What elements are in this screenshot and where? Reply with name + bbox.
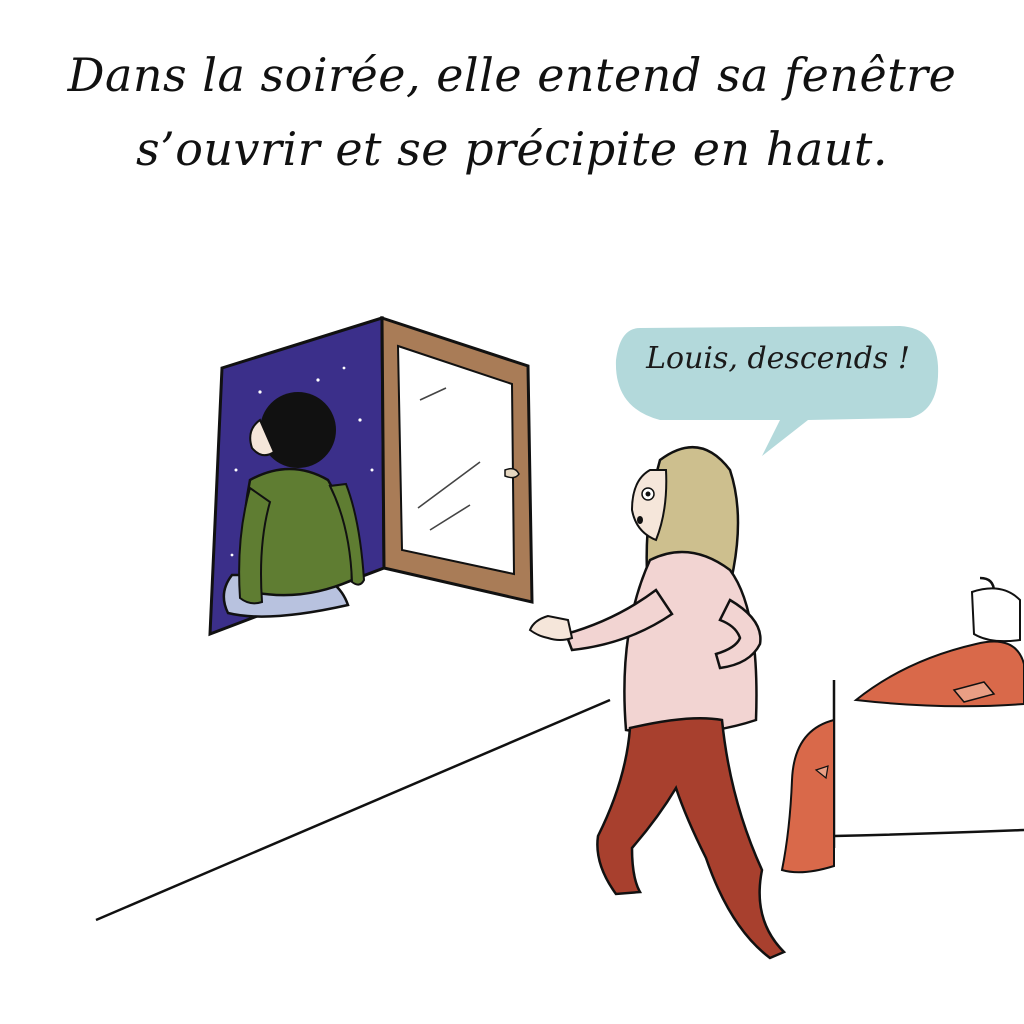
bed-icon [780,576,1024,874]
speech-bubble: Louis, descends ! [615,326,939,456]
woman-character [528,445,787,960]
comic-scene: Louis, descends ! [95,315,1024,960]
speech-bubble-text: Louis, descends ! [645,341,910,376]
window-pane [380,315,534,604]
floor-line [95,698,611,922]
